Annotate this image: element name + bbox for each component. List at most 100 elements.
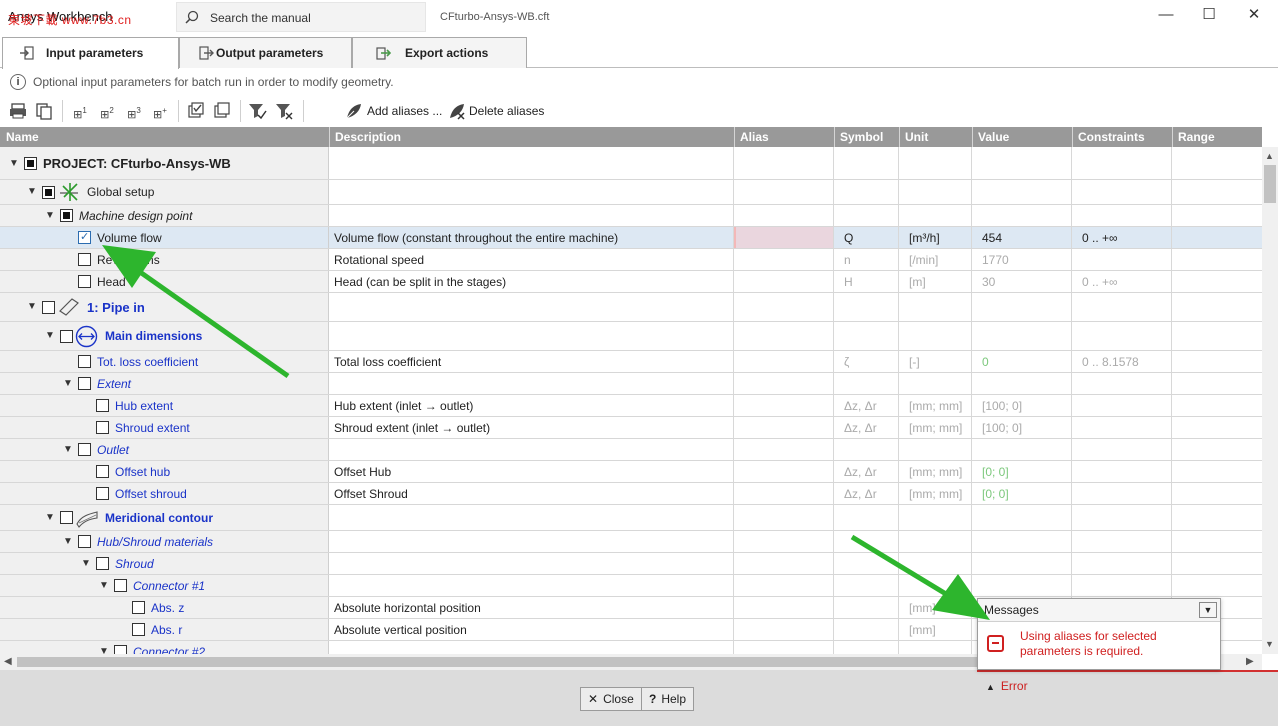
chevron-down-icon[interactable]: ▼ [62,536,74,548]
add-aliases-button[interactable]: Add aliases ... [367,104,442,118]
checkbox[interactable] [114,645,127,654]
row-label: PROJECT: CFturbo-Ansys-WB [43,155,231,171]
table-row[interactable]: Head Head (can be split in the stages) H… [0,271,1262,293]
table-row[interactable]: Tot. loss coefficient Total loss coeffic… [0,351,1262,373]
checkbox[interactable] [60,209,73,222]
table-row[interactable]: ▼ Outlet [0,439,1262,461]
column-header-constraints[interactable]: Constraints [1078,130,1145,144]
table-row[interactable]: ▼ Global setup [0,180,1262,205]
checkbox[interactable] [78,253,91,266]
table-row[interactable]: ▼ Extent [0,373,1262,395]
table-row[interactable]: Hub extent Hub extent (inlet → outlet) Δ… [0,395,1262,417]
column-header-description[interactable]: Description [335,130,401,144]
checkbox[interactable] [78,443,91,456]
chevron-down-icon[interactable]: ▼ [98,580,110,592]
checkbox[interactable] [96,487,109,500]
column-header-range[interactable]: Range [1178,130,1215,144]
chevron-down-icon[interactable]: ▼ [1199,602,1217,618]
checkbox[interactable] [78,355,91,368]
checkbox[interactable] [24,157,37,170]
help-icon: ? [649,692,657,706]
checkbox[interactable] [42,301,55,314]
table-row[interactable]: Offset shroud Offset Shroud Δz, Δr [mm; … [0,483,1262,505]
row-value[interactable]: 454 [972,227,1072,248]
expand-level-1-icon[interactable]: ⊞1 [70,101,90,121]
chevron-down-icon[interactable]: ▼ [44,210,56,222]
close-window-button[interactable]: ✕ [1240,4,1268,26]
table-row[interactable]: ▼ Hub/Shroud materials [0,531,1262,553]
scroll-down-icon[interactable]: ▼ [1265,639,1274,649]
chevron-down-icon[interactable]: ▼ [98,646,110,654]
table-row[interactable]: Revolutions Rotational speed n [/min] 17… [0,249,1262,271]
scroll-right-icon[interactable]: ▶ [1246,656,1254,667]
expand-level-2-icon[interactable]: ⊞2 [97,101,117,121]
alias-cell[interactable] [734,227,834,248]
checkbox[interactable] [78,535,91,548]
tab-output-parameters[interactable]: Output parameters [179,37,352,68]
checkbox[interactable] [42,186,55,199]
table-row[interactable]: ▼ Machine design point [0,205,1262,227]
filter-checked-icon[interactable] [247,101,267,121]
row-label: Tot. loss coefficient [97,354,199,369]
chevron-down-icon[interactable]: ▼ [44,512,56,524]
delete-aliases-button[interactable]: Delete aliases [469,104,544,118]
error-toggle[interactable]: ▲ Error [986,679,1028,693]
checkbox[interactable] [114,579,127,592]
column-header-unit[interactable]: Unit [905,130,928,144]
checkbox-checked[interactable] [78,230,91,244]
filter-clear-icon[interactable] [274,101,294,121]
checkbox[interactable] [96,421,109,434]
checkbox[interactable] [60,330,73,343]
copy-icon[interactable] [34,101,54,121]
scrollbar-thumb[interactable] [1264,165,1276,203]
table-row[interactable]: ▼ Meridional contour [0,505,1262,531]
maximize-button[interactable]: ☐ [1195,4,1223,26]
checkbox[interactable] [96,399,109,412]
scroll-up-icon[interactable]: ▲ [1265,151,1274,161]
help-button[interactable]: ? Help [641,687,695,711]
table-row[interactable]: ▼ Shroud [0,553,1262,575]
chevron-down-icon[interactable]: ▼ [80,558,92,570]
column-header-value[interactable]: Value [978,130,1009,144]
expand-all-icon[interactable]: ⊞+ [150,101,170,121]
delete-aliases-icon[interactable] [447,101,467,121]
chevron-down-icon[interactable]: ▼ [62,378,74,390]
table-row[interactable]: Offset hub Offset Hub Δz, Δr [mm; mm] [0… [0,461,1262,483]
scrollbar-thumb[interactable] [17,657,977,667]
vertical-scrollbar[interactable]: ▲ ▼ [1262,147,1278,654]
checkbox[interactable] [132,601,145,614]
check-all-icon[interactable] [186,101,206,121]
table-row[interactable]: ▼ Main dimensions [0,322,1262,351]
close-button[interactable]: ✕ Close [580,687,642,711]
row-constraints: 0 .. +∞ [1072,227,1172,248]
expand-level-3-icon[interactable]: ⊞3 [124,101,144,121]
uncheck-all-icon[interactable] [212,101,232,121]
search-input[interactable]: Search the manual [176,2,426,32]
checkbox[interactable] [78,377,91,390]
chevron-down-icon[interactable]: ▼ [44,330,56,342]
chevron-down-icon[interactable]: ▼ [26,301,38,313]
checkbox[interactable] [60,511,73,524]
checkbox[interactable] [78,275,91,288]
table-row[interactable]: ▼ PROJECT: CFturbo-Ansys-WB [0,147,1262,180]
minimize-button[interactable]: — [1152,4,1180,26]
table-row-selected[interactable]: Volume flow Volume flow (constant throug… [0,227,1262,249]
column-header-name[interactable]: Name [6,130,39,144]
print-icon[interactable] [8,101,28,121]
add-aliases-icon[interactable] [344,101,364,121]
checkbox[interactable] [96,465,109,478]
checkbox[interactable] [96,557,109,570]
column-header-symbol[interactable]: Symbol [840,130,883,144]
table-row[interactable]: ▼ 1: Pipe in [0,293,1262,322]
chevron-down-icon[interactable]: ▼ [62,444,74,456]
row-label: Connector #2 [133,644,206,655]
chevron-down-icon[interactable]: ▼ [26,186,38,198]
checkbox[interactable] [132,623,145,636]
tab-input-parameters[interactable]: Input parameters [2,37,179,69]
chevron-down-icon[interactable]: ▼ [8,158,20,170]
tab-export-actions[interactable]: Export actions [352,37,527,68]
column-header-alias[interactable]: Alias [740,130,769,144]
scroll-left-icon[interactable]: ◀ [4,656,12,667]
table-row[interactable]: Shroud extent Shroud extent (inlet → out… [0,417,1262,439]
table-row[interactable]: ▼ Connector #1 [0,575,1262,597]
